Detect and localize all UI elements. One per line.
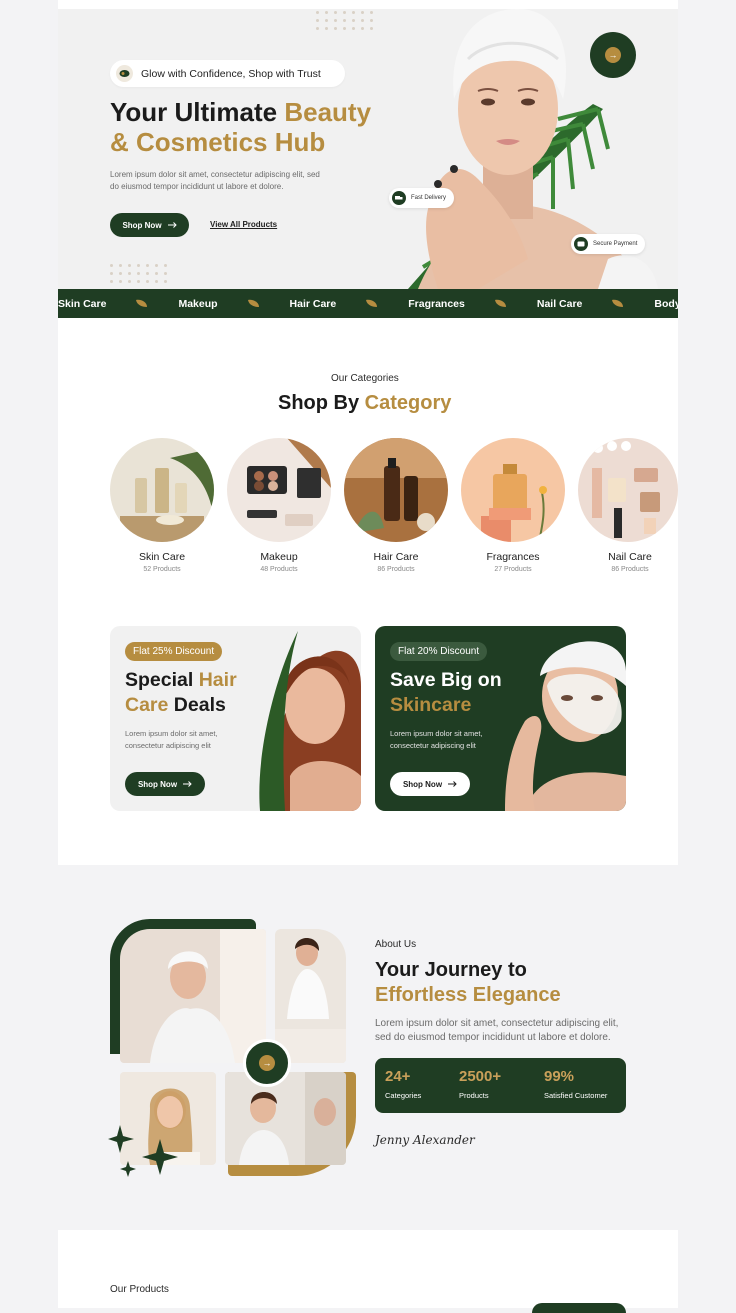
leaf-icon xyxy=(612,295,624,313)
category-count: 86 Products xyxy=(611,566,649,573)
category-count: 86 Products xyxy=(377,566,415,573)
promo-shop-now-button[interactable]: Shop Now xyxy=(125,772,205,796)
hero-shop-now-button[interactable]: Shop Now xyxy=(110,213,189,237)
promo-description: Lorem ipsum dolor sit amet, consectetur … xyxy=(390,729,483,750)
fragrances-image xyxy=(461,438,565,542)
marquee-item: Body Care xyxy=(654,297,678,310)
arrow-right-icon: → xyxy=(605,47,621,63)
marquee-item: Hair Care xyxy=(289,297,337,310)
category-name: Makeup xyxy=(260,551,298,563)
secure-payment-chip: Secure Payment xyxy=(571,234,646,254)
about-description: Lorem ipsum dolor sit amet, consectetur … xyxy=(375,1018,619,1043)
arrow-right-icon xyxy=(448,780,457,789)
leaf-icon xyxy=(366,295,378,313)
promo-description: Lorem ipsum dolor sit amet, consectetur … xyxy=(125,729,218,750)
category-name: Skin Care xyxy=(138,551,186,563)
leaf-icon xyxy=(494,295,507,313)
category-card-nail-care[interactable]: Nail Care 86 Products xyxy=(578,438,682,573)
category-marquee: Skin Care Makeup Hair Care Fragrances Na… xyxy=(58,289,678,318)
hero-tagline: Glow with Confidence, Shop with Trust xyxy=(141,67,321,80)
categories-eyebrow: Our Categories xyxy=(331,373,399,384)
nail-care-image xyxy=(578,438,678,542)
skincare-model-image xyxy=(505,641,626,811)
marquee-item: Skin Care xyxy=(58,297,107,310)
hair-care-promo-card: Flat 25% Discount Special Hair Care Deal… xyxy=(110,626,361,811)
stat-categories: 24+ Categories xyxy=(385,1068,422,1100)
hero-description: Lorem ipsum dolor sit amet, consectetur … xyxy=(110,170,320,191)
about-stamp-badge[interactable]: → xyxy=(243,1039,291,1087)
decor-dots-bottom xyxy=(110,264,168,283)
arrow-right-icon xyxy=(183,780,192,789)
about-stats-panel: 24+ Categories 2500+ Products 99% Satisf… xyxy=(375,1058,626,1113)
sparkle-badge-icon xyxy=(116,65,133,82)
category-name: Hair Care xyxy=(373,551,419,563)
marquee-item: Fragrances xyxy=(408,297,465,310)
arrow-right-icon: → xyxy=(259,1055,275,1071)
category-count: 27 Products xyxy=(494,566,532,573)
about-photo-cream xyxy=(275,929,346,1063)
about-photo-towel xyxy=(120,929,266,1063)
hero-section: Glow with Confidence, Shop with Trust Yo… xyxy=(58,9,678,289)
category-name: Fragrances xyxy=(486,551,540,563)
leaf-icon xyxy=(136,295,148,313)
arrow-right-icon xyxy=(167,221,177,230)
promo-title: Save Big on Skincare xyxy=(390,669,502,716)
hero-title: Your Ultimate Beauty & Cosmetics Hub xyxy=(110,97,372,157)
marquee-item: Nail Care xyxy=(536,297,583,310)
promo-shop-now-button[interactable]: Shop Now xyxy=(390,772,470,796)
hero-tagline-pill: Glow with Confidence, Shop with Trust xyxy=(110,60,345,87)
category-card-fragrances[interactable]: Fragrances 27 Products xyxy=(461,438,565,573)
founder-signature: Jenny Alexander xyxy=(375,1133,475,1147)
stat-products: 2500+ Products xyxy=(459,1068,502,1100)
sparkle-icon xyxy=(108,1125,178,1177)
products-view-all-button[interactable] xyxy=(532,1303,626,1313)
discount-tag: Flat 25% Discount xyxy=(125,642,223,661)
leaf-icon xyxy=(247,295,260,313)
products-section xyxy=(58,1230,678,1308)
top-strip xyxy=(58,0,678,9)
category-name: Nail Care xyxy=(608,551,652,563)
category-count: 52 Products xyxy=(143,566,181,573)
category-card-skin-care[interactable]: Skin Care 52 Products xyxy=(110,438,214,573)
promo-title: Special Hair Care Deals xyxy=(125,669,237,716)
about-title: Your Journey to Effortless Elegance xyxy=(375,959,561,1006)
products-eyebrow: Our Products xyxy=(110,1284,169,1295)
category-card-makeup[interactable]: Makeup 48 Products xyxy=(227,438,331,573)
stat-satisfied-customer: 99% Satisfied Customer xyxy=(544,1068,608,1100)
about-eyebrow: About Us xyxy=(375,939,417,950)
truck-icon xyxy=(392,191,406,205)
card-icon xyxy=(574,237,588,251)
shop-now-stamp-badge[interactable]: → xyxy=(590,32,636,78)
hair-care-model-image xyxy=(259,631,361,811)
about-photo-mirror xyxy=(225,1072,346,1165)
makeup-image xyxy=(227,438,331,542)
skin-care-image xyxy=(110,438,214,542)
marquee-item: Makeup xyxy=(178,297,218,310)
view-all-products-link[interactable]: View All Products xyxy=(210,220,277,229)
category-card-hair-care[interactable]: Hair Care 86 Products xyxy=(344,438,448,573)
skincare-promo-card: Flat 20% Discount Save Big on Skincare L… xyxy=(375,626,626,811)
fast-delivery-chip: Fast Delivery xyxy=(389,188,455,208)
hair-care-image xyxy=(344,438,448,542)
categories-title: Shop By Category xyxy=(278,392,452,414)
discount-tag: Flat 20% Discount xyxy=(390,642,488,661)
category-count: 48 Products xyxy=(260,566,298,573)
